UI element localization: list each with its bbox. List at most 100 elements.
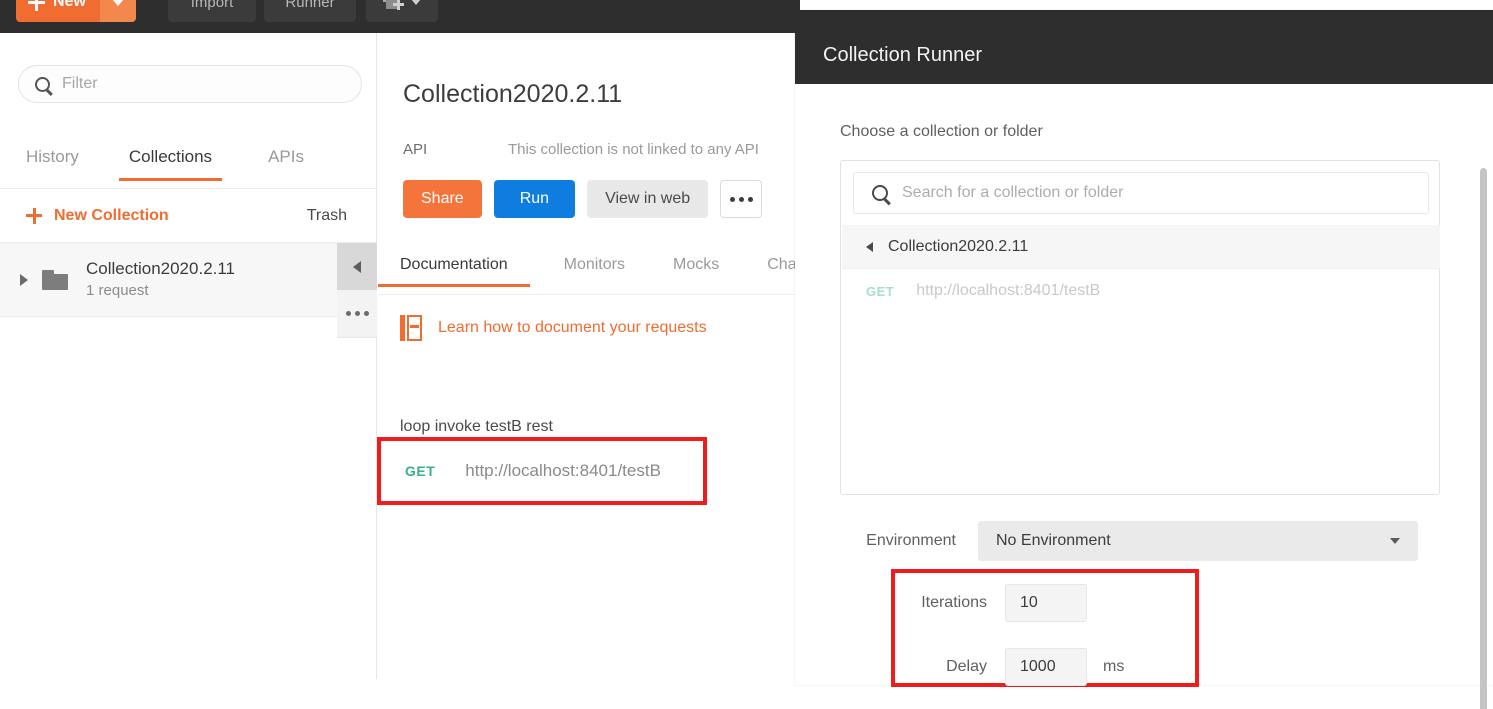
sidebar-collapse-button[interactable]: [337, 243, 377, 290]
delay-row: Delay 1000 ms: [895, 648, 1124, 686]
ellipsis-icon: [729, 196, 735, 202]
api-link-row: API This collection is not linked to any…: [403, 141, 759, 158]
filter-input-placeholder: Filter: [62, 75, 98, 92]
picker-request-url: http://localhost:8401/testB: [916, 282, 1101, 299]
tab-mocks[interactable]: Mocks: [673, 251, 719, 287]
collection-picker: Search for a collection or folder Collec…: [840, 160, 1440, 495]
tab-changelog[interactable]: Cha: [767, 251, 796, 287]
trash-button[interactable]: Trash: [307, 207, 347, 225]
request-highlight-box: GET http://localhost:8401/testB: [377, 437, 707, 505]
collection-runner-header: Collection Runner: [795, 10, 1493, 84]
collection-runner-title: Collection Runner: [823, 44, 982, 66]
sidebar-tabs: History Collections APIs: [0, 143, 377, 189]
iterations-delay-highlight-box: Iterations 10 Delay 1000 ms: [891, 569, 1199, 687]
iterations-value: 10: [1020, 594, 1038, 611]
tab-documentation-label: Documentation: [400, 256, 508, 273]
iterations-row: Iterations 10: [895, 584, 1087, 622]
runner-search-placeholder: Search for a collection or folder: [902, 184, 1124, 201]
environment-select-value: No Environment: [996, 532, 1111, 549]
chevron-down-icon: [1390, 538, 1400, 544]
collection-actions-bar: New Collection Trash: [0, 189, 377, 243]
learn-documentation-label: Learn how to document your requests: [438, 319, 707, 336]
sidebar-tab-collections[interactable]: Collections: [118, 143, 223, 181]
documentation-icon: [400, 315, 422, 341]
page-title: Collection2020.2.11: [403, 80, 623, 108]
collection-tabs: Documentation Monitors Mocks Cha: [378, 251, 800, 295]
run-button[interactable]: Run: [493, 180, 576, 218]
request-method-badge: GET: [405, 463, 436, 479]
sidebar-collection-meta: 1 request: [86, 281, 149, 299]
new-collection-label: New Collection: [54, 206, 169, 224]
request-url: http://localhost:8401/testB: [465, 461, 661, 480]
sidebar-tab-apis-label: APIs: [268, 147, 304, 166]
triangle-right-icon[interactable]: [20, 273, 28, 286]
picker-request-item[interactable]: GET http://localhost:8401/testB: [842, 269, 1440, 313]
delay-value: 1000: [1020, 658, 1056, 675]
sidebar-tab-history-label: History: [26, 147, 79, 166]
tab-mocks-label: Mocks: [672, 256, 720, 273]
iterations-input[interactable]: 10: [1005, 584, 1087, 622]
triangle-left-icon: [353, 260, 361, 273]
runner-button[interactable]: Runner: [264, 0, 356, 22]
new-button-group[interactable]: New: [16, 0, 136, 22]
new-workspace-icon: [383, 0, 405, 11]
sidebar-collection-item[interactable]: Collection2020.2.11 1 request: [0, 243, 337, 317]
screenshot-root: New Import Runner Filter History Collect…: [0, 0, 1493, 709]
sidebar-collection-name: Collection2020.2.11: [86, 258, 236, 278]
choose-collection-label: Choose a collection or folder: [840, 123, 1043, 140]
search-icon: [35, 76, 50, 92]
top-toolbar: New Import Runner: [0, 0, 800, 33]
chevron-down-icon: [411, 0, 421, 5]
tab-monitors[interactable]: Monitors: [564, 251, 625, 287]
import-button[interactable]: Import: [168, 0, 256, 22]
runner-search-input[interactable]: Search for a collection or folder: [853, 172, 1429, 214]
ellipsis-icon: [345, 311, 351, 316]
collection-runner-modal: Collection Runner Choose a collection or…: [795, 10, 1493, 709]
sidebar-tab-apis[interactable]: APIs: [268, 143, 304, 181]
picker-breadcrumb-label: Collection2020.2.11: [888, 237, 1029, 255]
sidebar-tab-collections-label: Collections: [128, 147, 213, 166]
share-button[interactable]: Share: [403, 180, 482, 218]
delay-label: Delay: [946, 658, 987, 675]
learn-documentation-link[interactable]: Learn how to document your requests: [400, 315, 707, 341]
new-button[interactable]: New: [16, 0, 100, 22]
environment-select[interactable]: No Environment: [978, 521, 1418, 561]
iterations-label: Iterations: [921, 594, 987, 611]
folder-icon: [42, 269, 68, 290]
collection-detail-pane: Collection2020.2.11 API This collection …: [377, 33, 800, 679]
view-in-web-button[interactable]: View in web: [587, 180, 709, 218]
environment-row: Environment No Environment: [840, 521, 1418, 561]
sidebar-collection-more-button[interactable]: [337, 290, 377, 338]
sidebar-collection-text: Collection2020.2.11 1 request: [86, 258, 235, 302]
sidebar: Filter History Collections APIs New Coll…: [0, 33, 377, 679]
tab-monitors-label: Monitors: [563, 256, 625, 273]
run-button-label: Run: [519, 190, 550, 207]
collection-action-buttons: Share Run View in web: [403, 180, 763, 218]
new-workspace-button[interactable]: [366, 0, 438, 22]
collection-description: loop invoke testB rest: [400, 418, 553, 435]
picker-breadcrumb[interactable]: Collection2020.2.11: [842, 225, 1440, 269]
filter-input[interactable]: Filter: [18, 65, 362, 103]
search-icon: [872, 185, 888, 201]
trash-label: Trash: [306, 206, 347, 224]
new-collection-button[interactable]: New Collection: [26, 207, 169, 225]
api-label: API: [403, 141, 428, 158]
delay-input[interactable]: 1000: [1005, 648, 1087, 686]
collection-runner-body: Choose a collection or folder Search for…: [795, 84, 1493, 709]
plus-icon: [28, 0, 45, 11]
new-button-dropdown[interactable]: [99, 0, 136, 22]
request-list-item[interactable]: GET http://localhost:8401/testB: [381, 441, 703, 501]
collection-more-button[interactable]: [720, 180, 763, 218]
api-link-status: This collection is not linked to any API: [508, 141, 759, 158]
chevron-down-icon: [111, 0, 124, 6]
import-button-label: Import: [190, 0, 234, 11]
runner-button-label: Runner: [285, 0, 335, 11]
share-button-label: Share: [421, 190, 464, 207]
picker-request-method: GET: [866, 283, 895, 299]
runner-scrollbar[interactable]: [1480, 168, 1487, 709]
delay-unit: ms: [1103, 658, 1125, 675]
view-in-web-label: View in web: [605, 190, 691, 207]
tab-documentation[interactable]: Documentation: [378, 251, 530, 287]
sidebar-tab-history[interactable]: History: [26, 143, 79, 181]
triangle-left-icon[interactable]: [866, 241, 873, 252]
